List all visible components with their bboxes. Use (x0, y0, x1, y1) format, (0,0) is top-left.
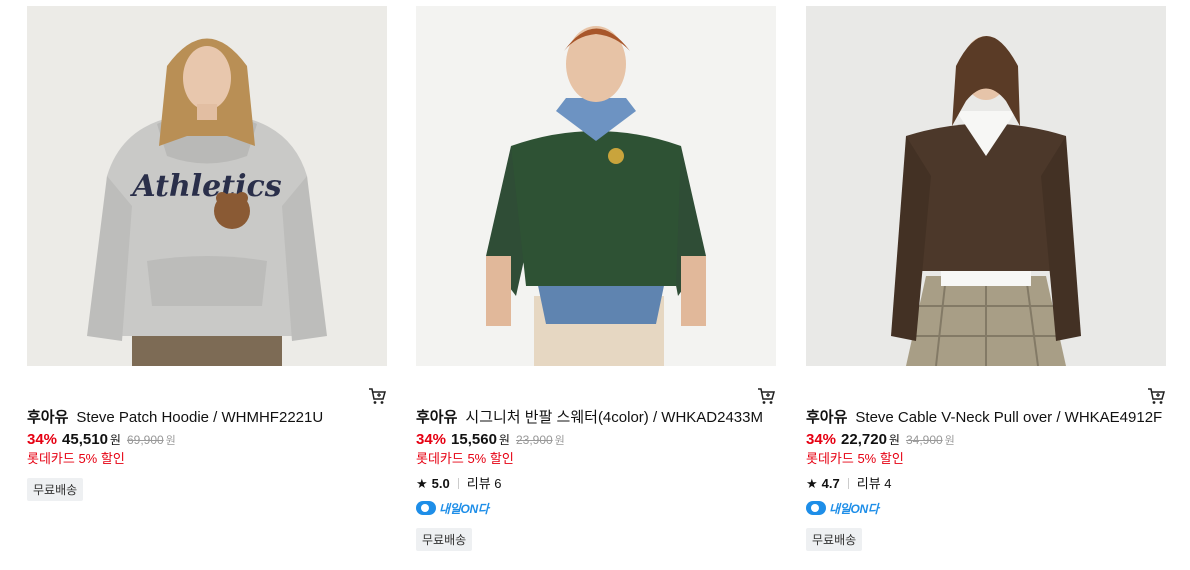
cart-icon[interactable] (1146, 386, 1166, 406)
original-currency-unit: 원 (165, 435, 176, 447)
currency-unit: 원 (498, 433, 510, 447)
divider (457, 478, 459, 489)
free-shipping-badge: 무료배송 (27, 478, 84, 501)
product-photo: Athletics (27, 6, 387, 366)
delivery-label: 내일ON다 (439, 501, 489, 516)
price-row: 34% 45,510 원 69,900 원 (27, 430, 387, 450)
svg-text:Athletics: Athletics (129, 169, 281, 204)
delivery-badge-icon (416, 501, 436, 515)
divider (847, 478, 849, 489)
card-discount-text: 롯데카드 5% 할인 (806, 451, 904, 466)
product-name: Steve Cable V-Neck Pull over / WHKAE4912… (855, 409, 1163, 426)
brand-name: 후아유 (416, 409, 458, 426)
product-grid: Athletics 후아유 Steve Patch Hoodie / WHMHF2… (0, 0, 1190, 570)
sale-price: 15,560 (451, 431, 497, 448)
star-icon: ★ (416, 476, 428, 491)
review-count: 4 (884, 476, 892, 491)
rating-row[interactable]: ★ 5.0 리뷰 6 (416, 474, 776, 494)
currency-unit: 원 (888, 433, 900, 447)
discount-rate: 34% (806, 431, 837, 448)
original-currency-unit: 원 (554, 435, 565, 447)
product-image[interactable] (806, 6, 1166, 366)
brand-name: 후아유 (27, 409, 69, 426)
product-title[interactable]: 후아유 Steve Cable V-Neck Pull over / WHKAE4… (806, 408, 1166, 428)
product-image[interactable]: Athletics (27, 6, 387, 366)
review-count: 6 (494, 476, 502, 491)
price-row: 34% 15,560 원 23,900 원 (416, 430, 776, 450)
card-discount-text: 롯데카드 5% 할인 (416, 451, 514, 466)
product-card[interactable]: 후아유 시그니처 반팔 스웨터(4color) / WHKAD2433M 34% 1… (416, 6, 776, 551)
cart-row (806, 366, 1166, 408)
delivery-badge: 내일ON다 (416, 498, 776, 518)
cart-icon[interactable] (756, 386, 776, 406)
product-image[interactable] (416, 6, 776, 366)
rating-score: 4.7 (821, 476, 840, 491)
cart-icon[interactable] (367, 386, 387, 406)
free-shipping-badge: 무료배송 (416, 528, 473, 551)
delivery-badge: 내일ON다 (806, 498, 1166, 518)
brand-name: 후아유 (806, 409, 848, 426)
currency-unit: 원 (109, 433, 121, 447)
original-price: 23,900 (515, 433, 553, 447)
discount-rate: 34% (416, 431, 447, 448)
card-discount-text: 롯데카드 5% 할인 (27, 451, 125, 466)
rating-score: 5.0 (431, 476, 450, 491)
cart-row (27, 366, 387, 408)
original-price: 34,900 (905, 433, 943, 447)
product-title[interactable]: 후아유 Steve Patch Hoodie / WHMHF2221U (27, 408, 387, 428)
product-card[interactable]: 후아유 Steve Cable V-Neck Pull over / WHKAE4… (806, 6, 1166, 551)
product-name: Steve Patch Hoodie / WHMHF2221U (76, 409, 324, 426)
price-row: 34% 22,720 원 34,900 원 (806, 430, 1166, 450)
discount-rate: 34% (27, 431, 58, 448)
review-label: 리뷰 (466, 476, 491, 491)
product-photo (416, 6, 776, 366)
free-shipping-badge: 무료배송 (806, 528, 863, 551)
delivery-label: 내일ON다 (829, 501, 879, 516)
rating-row[interactable]: ★ 4.7 리뷰 4 (806, 474, 1166, 494)
sale-price: 45,510 (62, 431, 108, 448)
product-name: 시그니처 반팔 스웨터(4color) / WHKAD2433M (465, 409, 763, 426)
delivery-badge-icon (806, 501, 826, 515)
cart-row (416, 366, 776, 408)
star-icon: ★ (806, 476, 818, 491)
sale-price: 22,720 (841, 431, 887, 448)
review-label: 리뷰 (856, 476, 881, 491)
original-currency-unit: 원 (944, 435, 955, 447)
original-price: 69,900 (126, 433, 164, 447)
product-card[interactable]: Athletics 후아유 Steve Patch Hoodie / WHMHF2… (27, 6, 387, 501)
product-title[interactable]: 후아유 시그니처 반팔 스웨터(4color) / WHKAD2433M (416, 408, 776, 428)
product-photo (806, 6, 1166, 366)
